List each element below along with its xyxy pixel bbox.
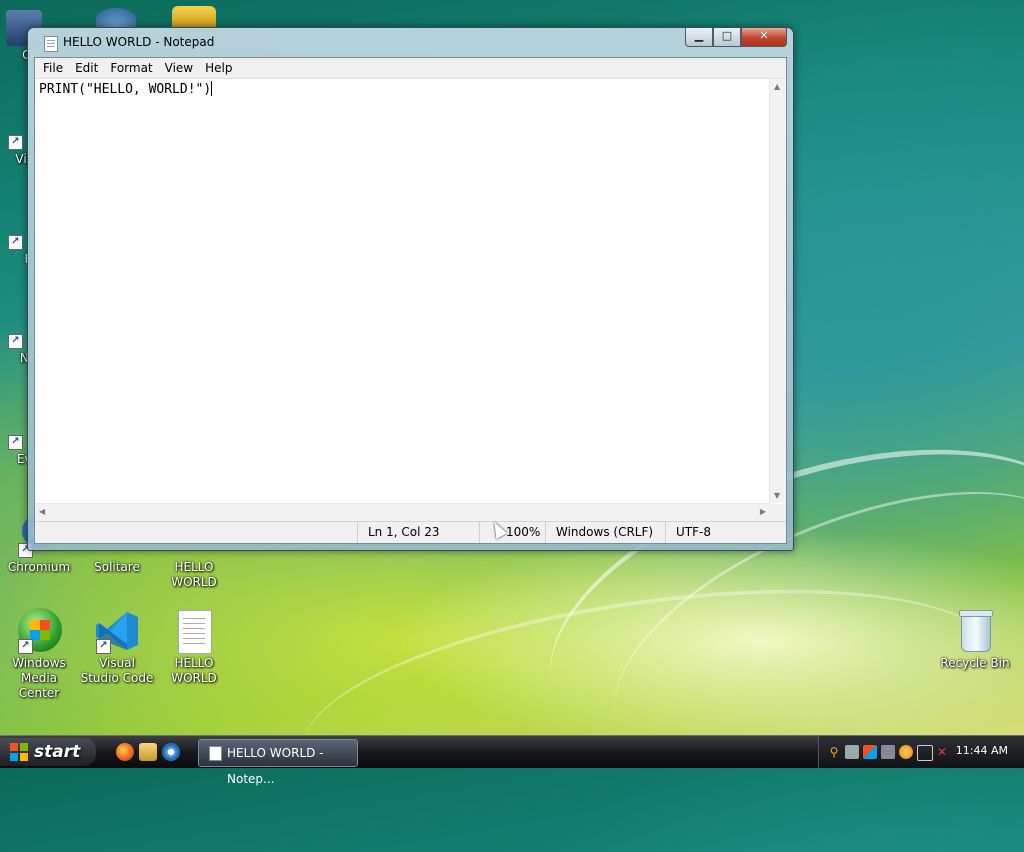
shortcut-arrow-icon: ↗ [18,639,33,654]
taskbar: start HELLO WORLD - Notep... ⚲ ✕ 11:44 A… [0,735,1024,786]
firefox-tray-icon[interactable] [899,745,913,759]
network-icon[interactable] [881,745,895,759]
notepad-icon [209,746,222,761]
desktop-icon-label: Chromium [7,560,71,574]
shortcut-arrow-icon: ↗ [8,235,23,250]
text-editor[interactable]: PRINT("HELLO, WORLD!") [35,79,770,503]
status-encoding: UTF-8 [665,522,766,543]
taskbar-item-notepad[interactable]: HELLO WORLD - Notep... [198,739,358,786]
desktop-icon-game-partial[interactable] [172,6,216,28]
start-button[interactable]: start [0,738,96,766]
scroll-right-icon[interactable]: ▶ [760,507,766,516]
desktop-icon-windows-media-center[interactable]: ↗ Windows Media Center [2,608,76,701]
vscode-icon: ↗ [94,608,140,654]
window-title: HELLO WORLD - Notepad [63,35,215,49]
window-controls: ▁ □ ✕ [685,28,787,47]
desktop-icon-label: Recycle Bin [940,656,1010,670]
minimize-button[interactable]: ▁ [685,28,713,47]
desktop-icon-hello-world-2[interactable]: HELLO WORLD [157,608,231,686]
menu-edit[interactable]: Edit [69,58,104,78]
system-tray: ⚲ ✕ 11:44 AM [818,736,1024,768]
shortcut-arrow-icon: ↗ [8,334,23,349]
text-caret [211,81,213,96]
vertical-scrollbar[interactable]: ▲ ▼ [769,79,786,503]
horizontal-scrollbar[interactable]: ◀ ▶ [35,503,770,521]
shortcut-arrow-icon: ↗ [8,135,23,150]
volume-muted-icon[interactable]: ✕ [935,745,949,759]
scroll-up-icon[interactable]: ▲ [774,82,780,91]
search-icon[interactable]: ⚲ [827,745,841,759]
desktop-icon-label: HELLO WORLD [171,560,217,589]
firefox-quicklaunch-icon[interactable] [116,743,134,761]
status-line-ending: Windows (CRLF) [545,522,666,543]
menu-bar: File Edit Format View Help [35,58,786,79]
windows-media-center-icon: ↗ [16,608,62,654]
folder-quicklaunch-icon[interactable] [139,743,157,761]
scroll-down-icon[interactable]: ▼ [774,491,780,500]
menu-view[interactable]: View [159,58,199,78]
wallpaper-swoosh [289,552,1011,852]
clock[interactable]: 11:44 AM [956,744,1008,757]
close-button[interactable]: ✕ [741,28,787,47]
windows-flag-icon[interactable] [863,745,877,759]
taskbar-item-label: HELLO WORLD - Notep... [227,746,324,786]
recycle-bin-icon [952,608,998,654]
menu-format[interactable]: Format [104,58,158,78]
chromium-quicklaunch-icon[interactable] [162,743,180,761]
desktop-icon-recycle-bin[interactable]: Recycle Bin [938,608,1012,671]
desktop-icon-label: HELLO WORLD [171,656,217,685]
desktop-icon-visual-studio-code[interactable]: ↗ Visual Studio Code [80,608,154,686]
desktop-icon-label: Visual Studio Code [80,656,154,685]
desktop-icon-label: Solitare [94,560,140,574]
display-icon[interactable] [917,745,933,761]
start-label: start [34,742,81,762]
menu-file[interactable]: File [37,58,69,78]
status-cursor-position: Ln 1, Col 23 [357,522,480,543]
shortcut-arrow-icon: ↗ [96,639,111,654]
tools-icon[interactable] [845,745,859,759]
editor-content: PRINT("HELLO, WORLD!") [39,82,212,97]
scroll-left-icon[interactable]: ◀ [39,507,45,516]
status-bar: Ln 1, Col 23 100% Windows (CRLF) UTF-8 [35,521,786,543]
windows-logo-icon [10,743,28,761]
desktop-icon-label: Windows Media Center [12,656,66,700]
notepad-window[interactable]: HELLO WORLD - Notepad ▁ □ ✕ File Edit Fo… [27,27,794,551]
notepad-client-area: File Edit Format View Help PRINT("HELLO,… [34,57,787,544]
text-file-icon [171,608,217,654]
notepad-icon [44,36,58,52]
shortcut-arrow-icon: ↗ [8,435,23,450]
menu-help[interactable]: Help [199,58,238,78]
scrollbar-corner [770,504,786,521]
maximize-button[interactable]: □ [713,28,741,47]
title-bar[interactable]: HELLO WORLD - Notepad ▁ □ ✕ [28,28,793,56]
